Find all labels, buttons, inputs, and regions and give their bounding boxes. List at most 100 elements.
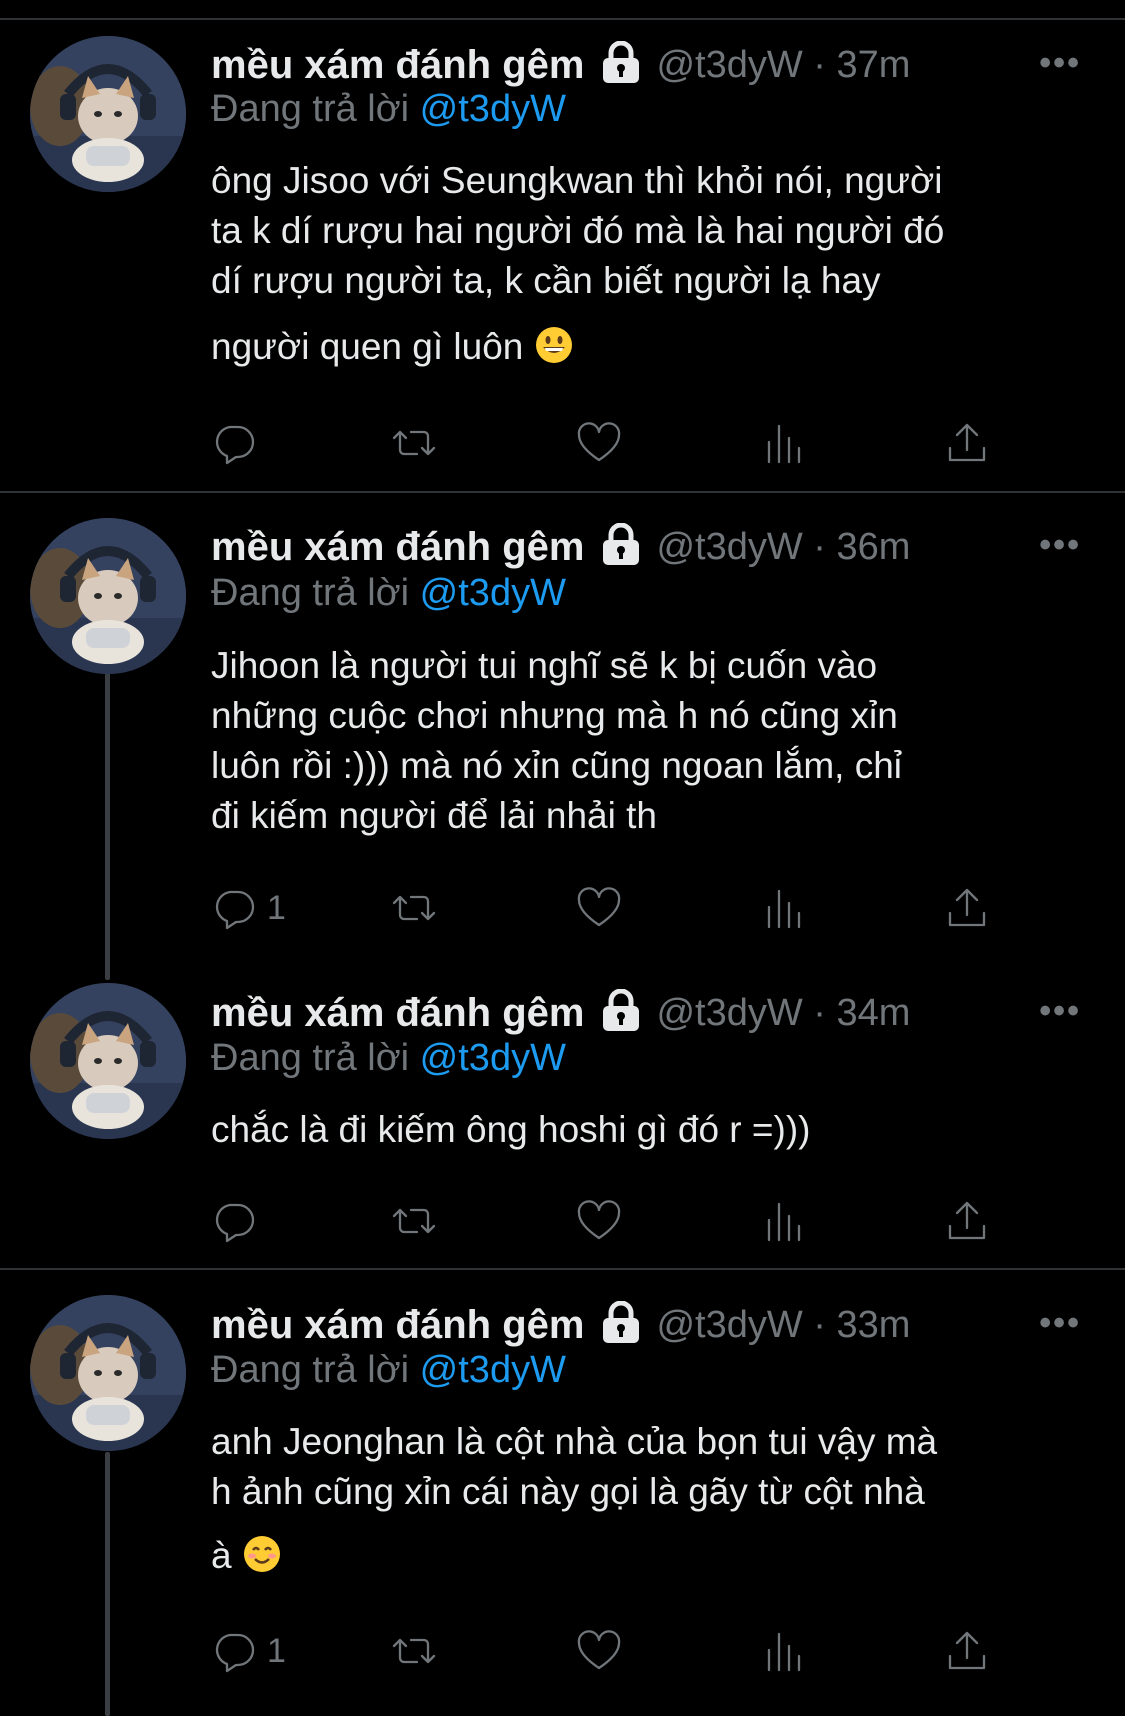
tweet-divider <box>0 1268 1125 1270</box>
views-button[interactable] <box>761 418 807 468</box>
replying-to: Đang trả lời @t3dyW <box>211 88 566 131</box>
avatar[interactable] <box>30 1295 186 1451</box>
reply-icon <box>215 425 255 465</box>
tweet-actions <box>211 1196 1011 1246</box>
mention-link[interactable]: @t3dyW <box>420 1349 566 1391</box>
tweet-line: anh Jeonghan là cột nhà của bọn tui vậy … <box>211 1421 938 1462</box>
reply-button[interactable]: 1 <box>211 883 286 933</box>
replying-label: Đang trả lời <box>211 88 410 130</box>
reply-icon <box>215 890 255 930</box>
share-icon <box>948 888 986 927</box>
reply-button[interactable]: 1 <box>211 1626 286 1676</box>
lock-icon <box>600 988 642 1038</box>
handle-time[interactable]: @t3dyW · 33m <box>656 1304 910 1347</box>
more-icon[interactable]: ••• <box>1039 1304 1081 1343</box>
replying-label: Đang trả lời <box>211 572 410 614</box>
share-button[interactable] <box>944 1196 990 1246</box>
reply-icon <box>215 1633 255 1673</box>
retweet-button[interactable] <box>391 418 437 468</box>
share-button[interactable] <box>944 1626 990 1676</box>
author-name[interactable]: mều xám đánh gêm <box>211 991 584 1036</box>
retweet-icon <box>392 1208 436 1234</box>
share-button[interactable] <box>944 883 990 933</box>
like-button[interactable] <box>576 418 622 468</box>
retweet-button[interactable] <box>391 883 437 933</box>
reply-count: 1 <box>267 888 286 927</box>
tweet-header: mều xám đánh gêm @t3dyW · 36m <box>211 522 910 572</box>
views-button[interactable] <box>761 1196 807 1246</box>
tweet-line: h ảnh cũng xỉn cái này gọi là gãy từ cột… <box>211 1471 925 1512</box>
reply-count: 1 <box>267 1631 286 1670</box>
author-name[interactable]: mều xám đánh gêm <box>211 43 584 88</box>
handle-time[interactable]: @t3dyW · 36m <box>656 526 910 569</box>
views-button[interactable] <box>761 1626 807 1676</box>
more-icon[interactable]: ••• <box>1039 992 1081 1031</box>
replying-to: Đang trả lời @t3dyW <box>211 1349 566 1392</box>
like-button[interactable] <box>576 1626 622 1676</box>
cat-avatar-image <box>30 36 186 192</box>
smiling-face-emoji <box>242 1534 282 1587</box>
more-icon[interactable]: ••• <box>1039 526 1081 565</box>
handle-time[interactable]: @t3dyW · 34m <box>656 992 910 1035</box>
share-icon <box>948 423 986 462</box>
avatar[interactable] <box>30 518 186 674</box>
tweet-text: ông Jisoo với Seungkwan thì khỏi nói, ng… <box>211 156 1091 378</box>
author-name[interactable]: mều xám đánh gêm <box>211 525 584 570</box>
views-button[interactable] <box>761 883 807 933</box>
tweet-line: luôn rồi :))) mà nó xỉn cũng ngoan lắm, … <box>211 745 903 786</box>
tweet-line: đi kiếm người để lải nhải th <box>211 795 657 836</box>
tweet-header: mều xám đánh gêm @t3dyW · 37m <box>211 40 910 90</box>
mention-link[interactable]: @t3dyW <box>420 572 566 614</box>
heart-icon <box>577 422 621 462</box>
tweet-header: mều xám đánh gêm @t3dyW · 33m <box>211 1300 910 1350</box>
replying-label: Đang trả lời <box>211 1037 410 1079</box>
share-icon <box>948 1201 986 1240</box>
views-icon <box>767 889 801 929</box>
replying-label: Đang trả lời <box>211 1349 410 1391</box>
tweet-actions <box>211 418 1011 468</box>
tweet-line: à <box>211 1535 232 1576</box>
heart-icon <box>577 887 621 927</box>
reply-button[interactable] <box>211 418 267 468</box>
replying-to: Đang trả lời @t3dyW <box>211 572 566 615</box>
tweet-line: chắc là đi kiếm ông hoshi gì đó r =))) <box>211 1109 811 1150</box>
cat-avatar-image <box>30 983 186 1139</box>
thread-line <box>105 672 110 980</box>
retweet-icon <box>392 430 436 456</box>
avatar[interactable] <box>30 36 186 192</box>
views-icon <box>767 1632 801 1672</box>
share-button[interactable] <box>944 418 990 468</box>
tweet-actions: 1 <box>211 883 1011 933</box>
tweet-line: ông Jisoo với Seungkwan thì khỏi nói, ng… <box>211 160 943 201</box>
share-icon <box>948 1631 986 1670</box>
mention-link[interactable]: @t3dyW <box>420 88 566 130</box>
tweet-text: chắc là đi kiếm ông hoshi gì đó r =))) <box>211 1105 1091 1155</box>
retweet-icon <box>392 895 436 921</box>
tweet-line: người quen gì luôn <box>211 326 524 367</box>
like-button[interactable] <box>576 1196 622 1246</box>
author-name[interactable]: mều xám đánh gêm <box>211 1303 584 1348</box>
cat-avatar-image <box>30 1295 186 1451</box>
retweet-button[interactable] <box>391 1626 437 1676</box>
retweet-button[interactable] <box>391 1196 437 1246</box>
heart-icon <box>577 1630 621 1670</box>
lock-icon <box>600 1300 642 1350</box>
handle-time[interactable]: @t3dyW · 37m <box>656 44 910 87</box>
tweet-divider <box>0 491 1125 493</box>
grinning-face-emoji <box>534 325 574 378</box>
tweet-line: những cuộc chơi nhưng mà h nó cũng xỉn <box>211 695 898 736</box>
like-button[interactable] <box>576 883 622 933</box>
tweet-text: anh Jeonghan là cột nhà của bọn tui vậy … <box>211 1417 1091 1587</box>
views-icon <box>767 424 801 464</box>
reply-button[interactable] <box>211 1196 267 1246</box>
views-icon <box>767 1202 801 1242</box>
top-divider <box>0 0 1125 20</box>
avatar[interactable] <box>30 983 186 1139</box>
mention-link[interactable]: @t3dyW <box>420 1037 566 1079</box>
tweet-line: ta k dí rượu hai người đó mà là hai ngườ… <box>211 210 945 251</box>
more-icon[interactable]: ••• <box>1039 44 1081 83</box>
tweet-text: Jihoon là người tui nghĩ sẽ k bị cuốn và… <box>211 641 1091 841</box>
tweet-actions: 1 <box>211 1626 1011 1676</box>
lock-icon <box>600 40 642 90</box>
heart-icon <box>577 1200 621 1240</box>
